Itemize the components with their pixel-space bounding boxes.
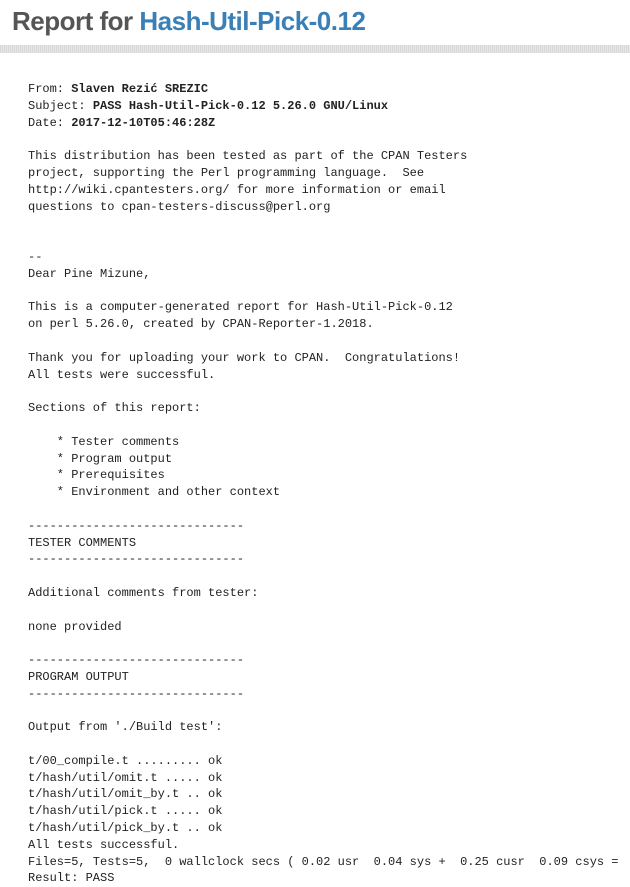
thanks-text: Thank you for uploading your work to CPA…: [28, 351, 460, 382]
title-prefix: Report for: [12, 6, 139, 36]
date-value: 2017-12-10T05:46:28Z: [71, 116, 215, 130]
dashes: --: [28, 250, 42, 264]
sections-label: Sections of this report:: [28, 401, 201, 415]
program-output-label: Output from './Build test':: [28, 720, 222, 734]
header-divider: [0, 45, 630, 53]
tester-comments-separator: ------------------------------ TESTER CO…: [28, 519, 244, 567]
program-output-text: t/00_compile.t ......... ok t/hash/util/…: [28, 754, 630, 886]
program-output-separator: ------------------------------ PROGRAM O…: [28, 653, 244, 701]
report-body: From: Slaven Rezić SREZIC Subject: PASS …: [0, 81, 630, 887]
tester-comments-label: Additional comments from tester:: [28, 586, 258, 600]
intro-text: This distribution has been tested as par…: [28, 149, 467, 213]
from-value: Slaven Rezić SREZIC: [71, 82, 208, 96]
generated-text: This is a computer-generated report for …: [28, 300, 453, 331]
page-title: Report for Hash-Util-Pick-0.12: [12, 6, 618, 37]
from-label: From:: [28, 82, 71, 96]
date-label: Date:: [28, 116, 71, 130]
distribution-link[interactable]: Hash-Util-Pick-0.12: [139, 6, 365, 36]
subject-label: Subject:: [28, 99, 93, 113]
greeting-text: Dear Pine Mizune,: [28, 267, 150, 281]
tester-comments-value: none provided: [28, 620, 122, 634]
sections-list: * Tester comments * Program output * Pre…: [28, 435, 280, 499]
page-header: Report for Hash-Util-Pick-0.12: [0, 0, 630, 45]
subject-value: PASS Hash-Util-Pick-0.12 5.26.0 GNU/Linu…: [93, 99, 388, 113]
